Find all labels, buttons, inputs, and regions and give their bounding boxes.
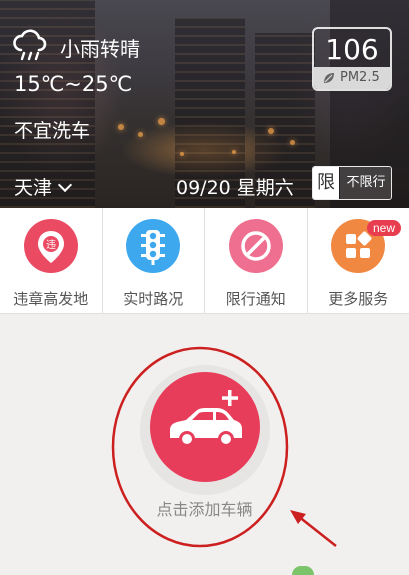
aqi-value: 106 bbox=[325, 33, 379, 66]
street-light bbox=[268, 128, 274, 134]
service-violation-hotspots[interactable]: 违 违章高发地 bbox=[0, 208, 103, 313]
violation-location-icon: 违 bbox=[23, 219, 78, 273]
street-light bbox=[158, 118, 165, 125]
service-label: 限行通知 bbox=[225, 290, 286, 308]
new-badge: new bbox=[366, 220, 401, 236]
street-light bbox=[138, 132, 143, 137]
service-restriction-notice[interactable]: 限行通知 bbox=[205, 208, 308, 313]
car-plus-icon bbox=[170, 390, 242, 447]
service-label: 更多服务 bbox=[328, 290, 389, 308]
city-selector[interactable]: 天津 bbox=[14, 173, 73, 200]
arrow-line bbox=[297, 515, 337, 547]
service-label: 实时路况 bbox=[123, 290, 184, 308]
service-more[interactable]: new 更多服务 bbox=[308, 208, 409, 313]
weather-header: 小雨转晴 15℃~25℃ 不宜洗车 106 PM2.5 天津 09/20 星期六… bbox=[0, 0, 409, 208]
add-vehicle-label: 点击添加车辆 bbox=[156, 500, 253, 519]
leaf-icon bbox=[324, 73, 334, 83]
temperature-range: 15℃~25℃ bbox=[14, 72, 133, 96]
aqi-label-bar: PM2.5 bbox=[314, 67, 390, 89]
traffic-restriction-badge[interactable]: 限 不限行 bbox=[312, 166, 392, 200]
svg-text:违: 违 bbox=[46, 239, 56, 251]
rain-cloud-icon bbox=[13, 29, 47, 61]
street-light bbox=[180, 152, 184, 156]
chevron-down-icon bbox=[57, 177, 73, 193]
no-entry-icon bbox=[228, 219, 283, 273]
traffic-light-icon bbox=[126, 219, 181, 273]
aqi-label: PM2.5 bbox=[340, 70, 380, 85]
service-grid: 违 违章高发地 实时路况 限行通知 new 更多服务 bbox=[0, 208, 409, 314]
street-light bbox=[232, 150, 236, 154]
restriction-tag: 限 bbox=[313, 167, 339, 199]
service-label: 违章高发地 bbox=[13, 290, 89, 308]
restriction-status: 不限行 bbox=[340, 167, 391, 199]
street-light bbox=[118, 124, 124, 130]
green-leaf-decoration bbox=[292, 566, 314, 575]
add-vehicle-button[interactable] bbox=[150, 372, 260, 482]
air-quality-badge[interactable]: 106 PM2.5 bbox=[312, 27, 392, 91]
service-live-traffic[interactable]: 实时路况 bbox=[103, 208, 205, 313]
date-weekday: 09/20 星期六 bbox=[176, 177, 294, 199]
city-name: 天津 bbox=[14, 177, 53, 199]
weather-description: 小雨转晴 bbox=[60, 37, 140, 61]
car-wash-advice: 不宜洗车 bbox=[14, 120, 91, 142]
street-light bbox=[290, 140, 295, 145]
